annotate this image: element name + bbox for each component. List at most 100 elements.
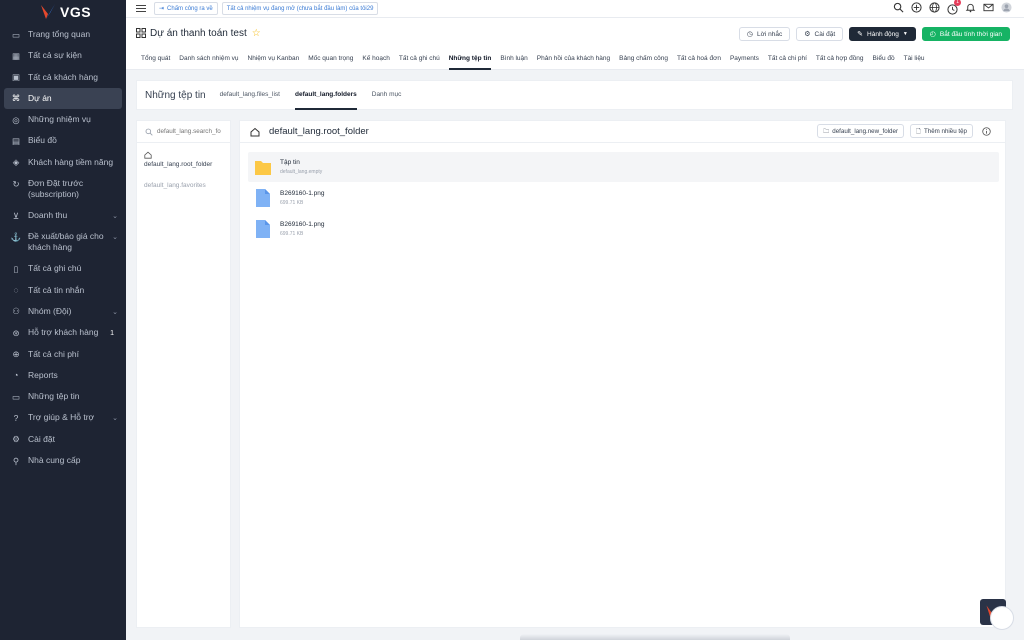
sidebar: VGS ▭ Trang tổng quan ▦ Tất cả sự kiện ▣ Tất … [0, 0, 126, 640]
folder-content-header: default_lang.root_folder 🗀 default_lang.n… [240, 121, 1005, 143]
folder-search-input[interactable] [157, 128, 227, 135]
sidebar-item-10[interactable]: ▯ Tất cả ghi chú [0, 258, 126, 279]
sidebar-item-9[interactable]: ⚓ Đề xuất/báo giá cho khách hàng ⌄ [0, 226, 126, 258]
tab-9[interactable]: Bảng chấm công [619, 48, 668, 70]
tab-3[interactable]: Mốc quan trọng [308, 48, 353, 70]
tab-10[interactable]: Tất cả hoá đơn [677, 48, 721, 70]
clock-icon[interactable]: 1 [947, 0, 961, 15]
search-icon[interactable] [893, 2, 904, 13]
list-item[interactable]: B269160-1.png 699.71 KB [248, 183, 999, 213]
tab-15[interactable]: Tài liệu [904, 48, 925, 70]
tab-13[interactable]: Tất cả hợp đồng [816, 48, 864, 70]
sidebar-item-14[interactable]: ⊕ Tất cả chi phí [0, 344, 126, 365]
home-icon [250, 127, 260, 136]
folder-content-panel: default_lang.root_folder 🗀 default_lang.n… [239, 120, 1006, 628]
sidebar-item-13[interactable]: ⊛ Hỗ trợ khách hàng 1 [0, 322, 126, 343]
actions-dropdown[interactable]: ✎ Hành động ▼ [849, 27, 916, 41]
briefcase-icon: ▣ [11, 72, 21, 83]
sidebar-item-18[interactable]: ⚙ Cài đặt [0, 429, 126, 450]
list-item[interactable]: B269160-1.png 699.71 KB [248, 214, 999, 244]
chevron-down-icon: ⌄ [112, 415, 118, 423]
sidebar-item-17[interactable]: ? Trợ giúp & Hỗ trợ ⌄ [0, 407, 126, 428]
tab-2[interactable]: Nhiệm vụ Kanban [248, 48, 300, 70]
sidebar-item-1[interactable]: ▦ Tất cả sự kiện [0, 45, 126, 66]
project-tabs: Tổng quát Danh sách nhiệm vụ Nhiệm vụ Kanb… [126, 48, 1024, 70]
star-icon[interactable]: ☆ [252, 28, 261, 39]
reminder-button[interactable]: ◷ Lời nhắc [738, 27, 791, 41]
sidebar-item-2[interactable]: ▣ Tất cả khách hàng [0, 67, 126, 88]
sidebar-item-15[interactable]: ◔ Reports [0, 365, 126, 386]
favorites-item[interactable]: default_lang.favorites [137, 168, 230, 189]
sidebar-item-label: Tất cả tin nhắn [28, 284, 85, 295]
sidebar-item-6[interactable]: ◈ Khách hàng tiềm năng [0, 152, 126, 173]
sidebar-item-label: Hỗ trợ khách hàng [28, 327, 99, 338]
sidebar-item-7[interactable]: ↻ Đơn Đặt trước (subscription) [0, 173, 126, 205]
file-text: B269160-1.png 699.71 KB [280, 190, 324, 206]
sidebar-item-5[interactable]: ▤ Biểu đồ [0, 130, 126, 151]
file-meta: default_lang.empty [280, 169, 323, 175]
sidebar-item-11[interactable]: ◌ Tất cả tin nhắn [0, 280, 126, 301]
tab-8[interactable]: Phản hồi của khách hàng [537, 48, 610, 70]
folder-search [137, 121, 230, 143]
globe-icon[interactable] [929, 2, 940, 13]
tab-12[interactable]: Tất cả chi phí [768, 48, 807, 70]
sidebar-item-label: Đơn Đặt trước (subscription) [28, 178, 84, 200]
sidebar-item-label: Nhà cung cấp [28, 455, 81, 466]
files-header: Những tệp tin default_lang.files_list de… [136, 80, 1013, 110]
sidebar-item-label: Trợ giúp & Hỗ trợ [28, 412, 95, 423]
open-tasks-chip[interactable]: Tất cả nhiệm vụ đang mở (chưa bắt đầu là… [221, 2, 379, 15]
sidebar-item-19[interactable]: ⚲ Nhà cung cấp [0, 450, 126, 471]
menu-toggle-icon[interactable] [136, 4, 146, 13]
bell-icon[interactable] [965, 2, 976, 13]
settings-icon: ⚙ [12, 434, 20, 445]
settings-button[interactable]: ⚙ Cài đặt [796, 27, 844, 41]
logout-icon: ⇥ [159, 6, 165, 12]
root-folder-item[interactable]: default_lang.root_folder [137, 143, 230, 168]
tab-0[interactable]: Tổng quát [141, 48, 170, 70]
subtab-folders[interactable]: default_lang.folders [294, 80, 357, 110]
upload-files-button[interactable]: 🗋 Thêm nhiều tệp [910, 124, 973, 138]
folder-icon: ▭ [11, 391, 21, 402]
sidebar-item-8[interactable]: ⊻ Doanh thu ⌄ [0, 205, 126, 226]
repeat-icon: ↻ [12, 178, 20, 189]
current-folder-title: default_lang.root_folder [269, 126, 369, 137]
gear-icon: ⚙ [804, 31, 811, 38]
sidebar-item-0[interactable]: ▭ Trang tổng quan [0, 24, 126, 45]
tab-5[interactable]: Tất cả ghi chú [399, 48, 440, 70]
tab-4[interactable]: Kế hoạch [362, 48, 389, 70]
clock-out-chip[interactable]: ⇥ Chấm công ra về [154, 2, 218, 15]
mail-icon[interactable] [983, 2, 994, 13]
file-text: B269160-1.png 699.71 KB [280, 221, 324, 237]
monitor-icon: ▭ [11, 29, 21, 40]
sidebar-item-4[interactable]: ◎ Những nhiệm vụ [0, 109, 126, 130]
sidebar-item-label: Reports [28, 369, 58, 380]
list-item[interactable]: Tập tin default_lang.empty [248, 152, 999, 182]
brand-logo[interactable]: VGS [0, 0, 126, 24]
sidebar-item-16[interactable]: ▭ Những tệp tin [0, 386, 126, 407]
add-circle-icon[interactable] [911, 2, 922, 13]
help-icon: ? [13, 412, 19, 423]
file-name: B269160-1.png [280, 190, 325, 197]
folder-icon [255, 161, 271, 175]
tab-11[interactable]: Payments [730, 48, 759, 70]
info-button[interactable] [979, 124, 993, 138]
bottom-shadow [520, 634, 790, 640]
tab-14[interactable]: Biểu đồ [873, 48, 895, 70]
new-folder-button[interactable]: 🗀 default_lang.new_folder [817, 124, 905, 138]
tab-7[interactable]: Bình luận [500, 48, 527, 70]
folder-tree-panel: default_lang.root_folder default_lang.fa… [136, 120, 231, 628]
project-actions: ◷ Lời nhắc ⚙ Cài đặt ✎ Hành động ▼ ◴ Bắt đầu … [738, 27, 1010, 41]
subtab-categories[interactable]: Danh mục [372, 80, 402, 110]
start-timer-button[interactable]: ◴ Bắt đầu tính thời gian [921, 27, 1010, 41]
pie-icon: ◔ [13, 370, 19, 381]
sidebar-item-label: Tất cả sự kiện [28, 50, 82, 61]
sidebar-item-3[interactable]: ⌘ Dự án [4, 87, 122, 110]
page-title: Dự án thanh toán test ☆ [136, 28, 261, 39]
subtab-files-list[interactable]: default_lang.files_list [220, 80, 280, 110]
plus-circle-icon: ⊕ [12, 349, 20, 360]
sidebar-item-12[interactable]: ⚇ Nhóm (Đội) ⌄ [0, 301, 126, 322]
tab-1[interactable]: Danh sách nhiệm vụ [179, 48, 238, 70]
tab-6[interactable]: Những tệp tin [448, 48, 491, 70]
scroll-top-button[interactable] [990, 606, 1014, 630]
avatar[interactable] [1001, 2, 1012, 13]
